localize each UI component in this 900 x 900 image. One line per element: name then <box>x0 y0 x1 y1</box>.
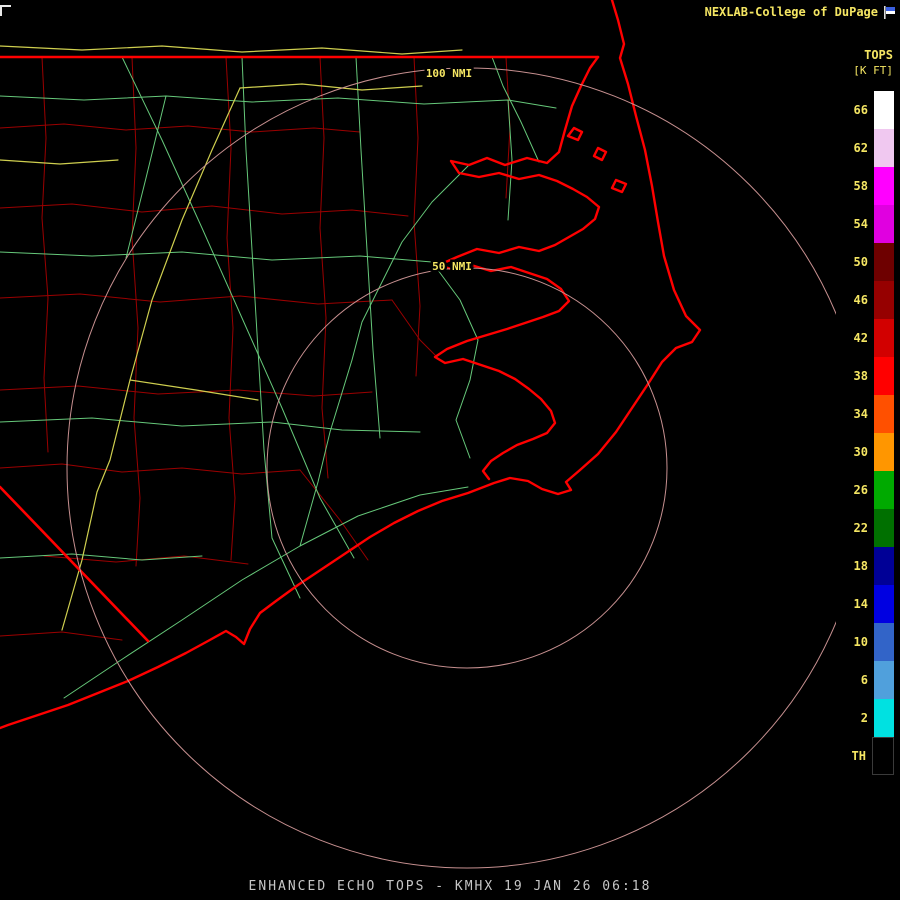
legend-tick-row: TH <box>830 737 894 775</box>
legend-tick-row: 50 <box>830 243 894 281</box>
legend-tick-row: 30 <box>830 433 894 471</box>
legend-color-swatch <box>874 699 894 737</box>
legend-color-swatch <box>874 281 894 319</box>
legend-color-swatch <box>874 205 894 243</box>
legend-color-swatch <box>874 433 894 471</box>
county-line <box>414 57 420 376</box>
legend-tick-row: 6 <box>830 661 894 699</box>
legend-tick-label: 50 <box>854 255 868 269</box>
legend-tick-row: 22 <box>830 509 894 547</box>
road-yellow <box>62 88 240 630</box>
legend-color-swatch <box>874 167 894 205</box>
legend-tick-label: 54 <box>854 217 868 231</box>
legend-scale: 66625854504642383430262218141062TH <box>830 91 894 775</box>
footer-caption: ENHANCED ECHO TOPS - KMHX 19 JAN 26 06:1… <box>0 879 900 894</box>
road-green <box>0 418 420 432</box>
legend-color-swatch <box>874 357 894 395</box>
road-yellow <box>240 84 422 90</box>
legend-tick-label: 62 <box>854 141 868 155</box>
legend-tick-row: 14 <box>830 585 894 623</box>
legend-tick-row: 2 <box>830 699 894 737</box>
brand-header: NEXLAB-College of DuPage <box>705 5 896 19</box>
legend-tick-label: 26 <box>854 483 868 497</box>
legend-color-swatch <box>874 129 894 167</box>
legend-tick-row: 18 <box>830 547 894 585</box>
legend-tick-label: 30 <box>854 445 868 459</box>
legend-tick-label: 46 <box>854 293 868 307</box>
legend-tick-label: 18 <box>854 559 868 573</box>
legend-tick-row: 54 <box>830 205 894 243</box>
legend-color-swatch <box>874 243 894 281</box>
county-line <box>0 294 392 304</box>
coastline <box>0 0 700 728</box>
legend-color-swatch <box>874 395 894 433</box>
legend-color-swatch <box>874 91 894 129</box>
legend-tick-row: 10 <box>830 623 894 661</box>
legend-tick-label: 10 <box>854 635 868 649</box>
state-border <box>0 487 148 641</box>
coastline <box>612 180 626 192</box>
road-green <box>0 96 556 108</box>
legend-color-swatch <box>874 585 894 623</box>
legend-color-swatch <box>874 509 894 547</box>
legend-tick-label: 2 <box>861 711 868 725</box>
legend-tick-label: TH <box>852 749 866 763</box>
road-green <box>126 96 166 258</box>
county-line <box>0 204 408 216</box>
corner-mark <box>0 5 11 16</box>
radar-map-svg: 100 NMI 50 NMI <box>0 0 836 876</box>
county-line <box>132 57 140 566</box>
legend-color-swatch <box>874 471 894 509</box>
legend-tick-row: 58 <box>830 167 894 205</box>
road-green <box>242 57 300 598</box>
legend-tick-row: 26 <box>830 471 894 509</box>
road-green <box>330 360 352 432</box>
legend-color-swatch <box>874 547 894 585</box>
legend-tick-label: 66 <box>854 103 868 117</box>
range-ring-label: 50 NMI <box>432 260 472 273</box>
legend-color-swatch <box>872 737 894 775</box>
flag-icon <box>883 6 896 19</box>
county-line <box>392 300 436 356</box>
legend-tick-label: 6 <box>861 673 868 687</box>
legend-title: TOPS <box>830 48 894 62</box>
county-line <box>320 57 328 478</box>
legend-color-swatch <box>874 623 894 661</box>
road-yellow <box>0 46 462 54</box>
road-green <box>492 57 539 162</box>
county-line <box>0 464 300 474</box>
legend-tick-label: 22 <box>854 521 868 535</box>
coastline <box>568 128 582 140</box>
legend-tick-row: 46 <box>830 281 894 319</box>
range-ring-label: 100 NMI <box>426 67 472 80</box>
county-line <box>0 386 372 396</box>
legend-tick-label: 58 <box>854 179 868 193</box>
legend-tick-row: 34 <box>830 395 894 433</box>
legend-tick-label: 14 <box>854 597 868 611</box>
legend-tick-row: 66 <box>830 91 894 129</box>
legend-tick-label: 42 <box>854 331 868 345</box>
legend-tick-row: 42 <box>830 319 894 357</box>
legend-tick-label: 38 <box>854 369 868 383</box>
legend-tick-row: 62 <box>830 129 894 167</box>
brand-text: NEXLAB-College of DuPage <box>705 5 878 19</box>
legend-color-swatch <box>874 319 894 357</box>
legend-tick-row: 38 <box>830 357 894 395</box>
road-green <box>356 57 380 438</box>
county-line <box>226 57 235 560</box>
county-line <box>0 124 360 132</box>
road-green <box>64 487 468 698</box>
road-yellow <box>0 160 118 164</box>
legend: TOPS [K FT] 6662585450464238343026221814… <box>830 48 894 775</box>
legend-tick-label: 34 <box>854 407 868 421</box>
legend-color-swatch <box>874 661 894 699</box>
legend-units: [K FT] <box>830 64 894 77</box>
coastline <box>594 148 606 160</box>
radar-screen: 100 NMI 50 NMI NEXLAB-College of DuPage T… <box>0 0 900 900</box>
